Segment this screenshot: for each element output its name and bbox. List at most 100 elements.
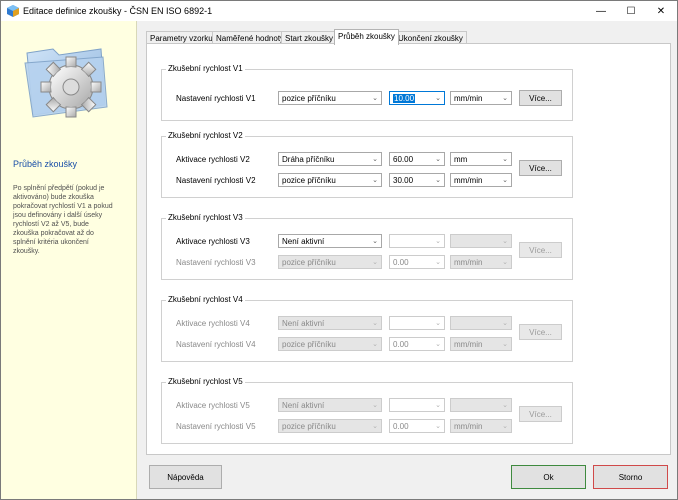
- unit-value: mm: [454, 155, 468, 164]
- chevron-down-icon: ⌄: [372, 238, 378, 245]
- sidebar-title: Průběh zkoušky: [13, 159, 78, 169]
- chevron-down-icon: ⌄: [435, 95, 441, 102]
- unit-value: mm/min: [454, 176, 483, 185]
- mode-value: Není aktivní: [282, 319, 325, 328]
- mode-value: pozice příčníku: [282, 258, 336, 267]
- value-combo-v2[interactable]: 30.00 ⌄: [389, 173, 445, 187]
- chevron-down-icon: ⌄: [435, 259, 441, 266]
- speed-value: 0.00: [393, 422, 409, 431]
- more-button-v2[interactable]: Více...: [519, 160, 562, 176]
- row-label: Aktivace rychlosti V3: [176, 237, 250, 246]
- mode-select-activation-v5: Není aktivní ⌄: [278, 398, 382, 412]
- value-combo-activation-v4: ⌄: [389, 316, 445, 330]
- unit-value: mm/min: [454, 258, 483, 267]
- unit-select-activation-v5: ⌄: [450, 398, 512, 412]
- more-button-v4: Více...: [519, 324, 562, 340]
- chevron-down-icon: ⌄: [502, 341, 508, 348]
- folder-gear-icon: [24, 48, 108, 118]
- chevron-down-icon: ⌄: [435, 341, 441, 348]
- chevron-down-icon: ⌄: [502, 95, 508, 102]
- mode-select-v4: pozice příčníku ⌄: [278, 337, 382, 351]
- description-line: zkoušky.: [13, 248, 40, 255]
- maximize-icon[interactable]: ☐: [616, 1, 646, 21]
- value-combo-v4: 0.00 ⌄: [389, 337, 445, 351]
- mode-select-activation-v4: Není aktivní ⌄: [278, 316, 382, 330]
- chevron-down-icon: ⌄: [435, 320, 441, 327]
- unit-value: mm/min: [454, 422, 483, 431]
- value-combo-v1[interactable]: 10.00 ⌄: [389, 91, 445, 105]
- group-speed-v4: Zkušební rychlost V4 Aktivace rychlosti …: [161, 295, 573, 362]
- value-combo-v5: 0.00 ⌄: [389, 419, 445, 433]
- help-button[interactable]: Nápověda: [149, 465, 222, 489]
- group-speed-v2: Zkušební rychlost V2 Aktivace rychlosti …: [161, 131, 573, 198]
- unit-select-v3: mm/min ⌄: [450, 255, 512, 269]
- group-title: Zkušební rychlost V5: [166, 377, 245, 386]
- chevron-down-icon: ⌄: [502, 320, 508, 327]
- chevron-down-icon: ⌄: [435, 156, 441, 163]
- close-icon[interactable]: ✕: [646, 1, 676, 21]
- mode-select-activation-v3[interactable]: Není aktivní ⌄: [278, 234, 382, 248]
- chevron-down-icon: ⌄: [502, 402, 508, 409]
- chevron-down-icon: ⌄: [502, 177, 508, 184]
- unit-select-v2[interactable]: mm/min ⌄: [450, 173, 512, 187]
- row-label: Aktivace rychlosti V2: [176, 155, 250, 164]
- mode-value: pozice příčníku: [282, 340, 336, 349]
- speed-value: 10.00: [393, 94, 416, 103]
- chevron-down-icon: ⌄: [372, 177, 378, 184]
- group-title: Zkušební rychlost V2: [166, 131, 245, 140]
- value-combo-v3: 0.00 ⌄: [389, 255, 445, 269]
- mode-value: pozice příčníku: [282, 422, 336, 431]
- more-button-v5: Více...: [519, 406, 562, 422]
- chevron-down-icon: ⌄: [372, 320, 378, 327]
- mode-select-v3: pozice příčníku ⌄: [278, 255, 382, 269]
- chevron-down-icon: ⌄: [502, 259, 508, 266]
- row-label: Nastavení rychlosti V3: [176, 258, 256, 267]
- description-line: Po splnění předpětí (pokud je: [13, 185, 105, 192]
- value-combo-activation-v3: ⌄: [389, 234, 445, 248]
- mode-value: Není aktivní: [282, 237, 325, 246]
- mode-select-v2[interactable]: pozice příčníku ⌄: [278, 173, 382, 187]
- value-combo-activation-v2[interactable]: 60.00 ⌄: [389, 152, 445, 166]
- tab-panel-prubeh-zkousky: Zkušební rychlost V1 Nastavení rychlosti…: [146, 43, 671, 455]
- chevron-down-icon: ⌄: [372, 402, 378, 409]
- row-label: Nastavení rychlosti V2: [176, 176, 256, 185]
- sidebar-description: Po splnění předpětí (pokud je aktivováno…: [13, 184, 129, 256]
- unit-select-v4: mm/min ⌄: [450, 337, 512, 351]
- window-title: Editace definice zkoušky - ČSN EN ISO 68…: [23, 6, 213, 16]
- unit-select-v5: mm/min ⌄: [450, 419, 512, 433]
- unit-value: mm/min: [454, 94, 483, 103]
- more-button-v3: Více...: [519, 242, 562, 258]
- unit-select-activation-v3: ⌄: [450, 234, 512, 248]
- unit-select-activation-v2[interactable]: mm ⌄: [450, 152, 512, 166]
- speed-value: 30.00: [393, 176, 414, 185]
- cancel-button[interactable]: Storno: [593, 465, 668, 489]
- ok-button[interactable]: Ok: [511, 465, 586, 489]
- mode-select-v1[interactable]: pozice příčníku ⌄: [278, 91, 382, 105]
- row-label: Aktivace rychlosti V5: [176, 401, 250, 410]
- unit-select-activation-v4: ⌄: [450, 316, 512, 330]
- speed-value: 0.00: [393, 340, 409, 349]
- mode-value: pozice příčníku: [282, 176, 336, 185]
- tab-prubeh-zkousky[interactable]: Průběh zkoušky: [334, 29, 399, 45]
- unit-select-v1[interactable]: mm/min ⌄: [450, 91, 512, 105]
- description-line: jsou definovány i další úseky: [13, 212, 103, 219]
- mode-value: pozice příčníku: [282, 94, 336, 103]
- more-button-v1[interactable]: Více...: [519, 90, 562, 106]
- activation-value: 60.00: [393, 155, 414, 164]
- speed-value: 0.00: [393, 258, 409, 267]
- mode-value: Dráha příčníku: [282, 155, 335, 164]
- mode-select-v5: pozice příčníku ⌄: [278, 419, 382, 433]
- chevron-down-icon: ⌄: [372, 156, 378, 163]
- title-bar: Editace definice zkoušky - ČSN EN ISO 68…: [1, 1, 677, 21]
- chevron-down-icon: ⌄: [502, 238, 508, 245]
- help-sidebar: Průběh zkoušky Po splnění předpětí (poku…: [1, 21, 137, 499]
- group-title: Zkušební rychlost V1: [166, 64, 245, 73]
- chevron-down-icon: ⌄: [435, 423, 441, 430]
- minimize-icon[interactable]: —: [586, 1, 616, 21]
- value-combo-activation-v5: ⌄: [389, 398, 445, 412]
- description-line: rychlostí V2 až V5, bude: [13, 221, 89, 228]
- chevron-down-icon: ⌄: [502, 156, 508, 163]
- mode-select-activation-v2[interactable]: Dráha příčníku ⌄: [278, 152, 382, 166]
- group-speed-v3: Zkušební rychlost V3 Aktivace rychlosti …: [161, 213, 573, 280]
- description-line: pokračovat rychlostí V1 a pokud: [13, 203, 113, 210]
